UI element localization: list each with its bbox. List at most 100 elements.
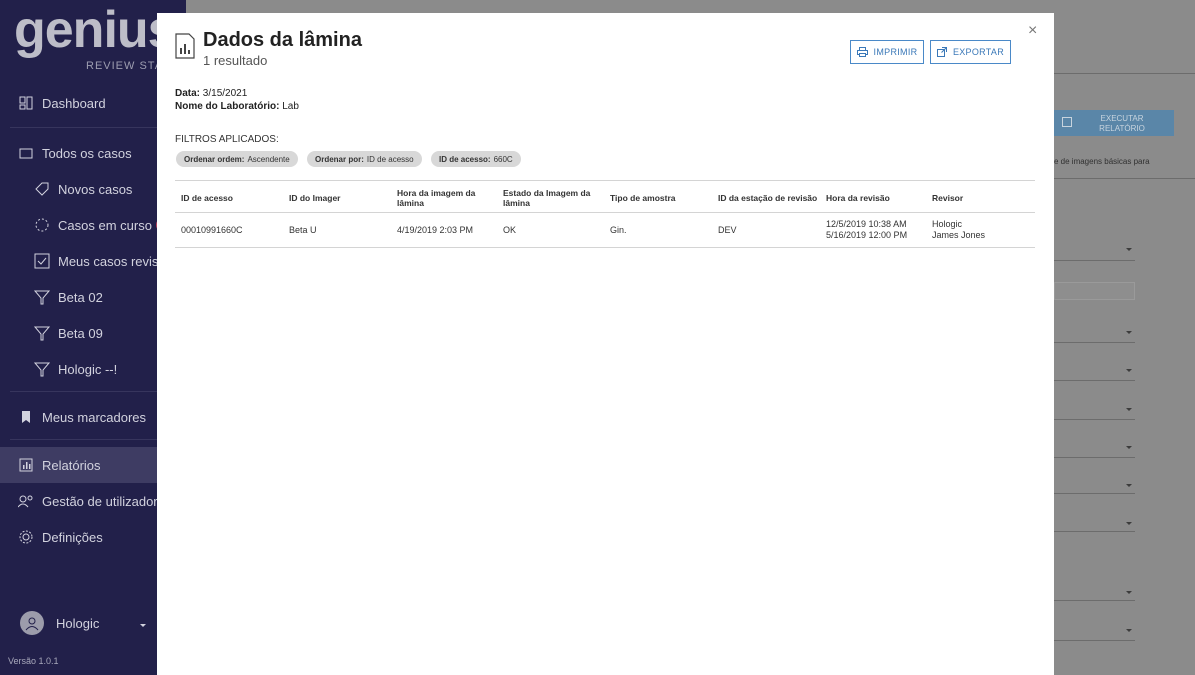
date-line: Data: 3/15/2021 <box>175 88 247 99</box>
column-header: Tipo de amostra <box>610 193 676 203</box>
progress-icon <box>34 217 50 233</box>
text-field[interactable] <box>1054 282 1135 300</box>
sidebar-item-label: Dashboard <box>42 95 106 111</box>
column-header: Hora da revisão <box>826 193 890 203</box>
sidebar-item-label: Meus casos revisto <box>58 253 170 269</box>
table-cell: 00010991660C <box>181 225 243 235</box>
filter-key: Ordenar ordem: <box>184 154 245 164</box>
printer-icon <box>856 47 868 57</box>
gear-icon <box>18 529 34 545</box>
table-cell: Hologic James Jones <box>932 219 986 240</box>
result-count: 1 resultado <box>203 53 268 68</box>
chevron-down-icon <box>1126 522 1132 525</box>
sidebar-item-label: Relatórios <box>42 457 101 473</box>
filter-value: 660C <box>493 154 513 164</box>
filter-key: Ordenar por: <box>315 154 364 164</box>
filters-heading: FILTROS APLICADOS: <box>175 134 279 145</box>
chevron-down-icon <box>1126 248 1132 251</box>
sidebar-item-label: Gestão de utilizadore <box>42 493 165 509</box>
sidebar-item-label: Hologic --! <box>58 361 118 377</box>
print-label: IMPRIMIR <box>873 47 918 57</box>
sidebar-item-label: Beta 02 <box>58 289 103 305</box>
table-cell: DEV <box>718 225 737 235</box>
slide-data-modal: Dados da lâmina 1 resultado IMPRIMIR EXP… <box>157 13 1054 675</box>
filter-chip-sort-by: Ordenar por: ID de acesso <box>307 151 422 167</box>
dropdown-underline[interactable] <box>1054 419 1135 420</box>
filter-value: Ascendente <box>247 154 290 164</box>
export-label: EXPORTAR <box>952 47 1005 57</box>
date-value: 3/15/2021 <box>202 88 248 99</box>
column-header: ID de acesso <box>181 193 233 203</box>
lab-label: Nome do Laboratório: <box>175 101 280 112</box>
dropdown-underline[interactable] <box>1054 457 1135 458</box>
external-link-icon <box>936 47 947 57</box>
avatar <box>20 611 44 635</box>
report-icon <box>175 33 195 59</box>
chevron-down-icon <box>1126 629 1132 632</box>
bookmark-icon <box>18 409 34 425</box>
logo-word: genius <box>14 8 177 59</box>
close-icon[interactable]: × <box>1028 22 1037 40</box>
table-cell: 4/19/2019 2:03 PM <box>397 225 474 235</box>
sidebar-item-label: Novos casos <box>58 181 133 197</box>
folder-icon <box>18 145 34 161</box>
table-cell: Gin. <box>610 225 627 235</box>
column-header: Estado da Imagem da lâmina <box>503 188 591 208</box>
chevron-down-icon <box>1126 446 1132 449</box>
sidebar-item-label: Meus marcadores <box>42 409 147 425</box>
dropdown-underline[interactable] <box>1054 380 1135 381</box>
dropdown-underline[interactable] <box>1054 640 1135 641</box>
filter-value: ID de acesso <box>366 154 414 164</box>
filter-chip-sort-order: Ordenar ordem: Ascendente <box>176 151 298 167</box>
row-divider <box>175 247 1035 248</box>
background-page <box>1054 0 1195 675</box>
filter-icon <box>34 361 50 377</box>
divider <box>1054 178 1195 179</box>
sidebar-item-label: Beta 09 <box>58 325 103 341</box>
chevron-down-icon <box>1126 369 1132 372</box>
chevron-down-icon <box>1126 591 1132 594</box>
tag-icon <box>34 181 50 197</box>
dashboard-icon <box>18 95 34 111</box>
sidebar-item-label: Definições <box>42 529 103 545</box>
report-description: e de imagens básicas para <box>1054 157 1150 166</box>
lab-line: Nome do Laboratório: Lab <box>175 101 299 112</box>
column-header: Revisor <box>932 193 964 203</box>
chevron-down-icon <box>1126 408 1132 411</box>
user-name: Hologic <box>56 615 100 631</box>
lab-value: Lab <box>282 101 299 112</box>
filter-key: ID de acesso: <box>439 154 491 164</box>
table-top-border <box>175 180 1035 181</box>
dropdown-underline[interactable] <box>1054 493 1135 494</box>
filter-chip-accession-id: ID de acesso: 660C <box>431 151 521 167</box>
chevron-down-icon <box>1126 484 1132 487</box>
users-icon <box>18 493 34 509</box>
table-cell: Beta U <box>289 225 317 235</box>
filter-icon <box>34 289 50 305</box>
report-icon <box>18 457 34 473</box>
export-button[interactable]: EXPORTAR <box>930 40 1011 64</box>
checkbox-icon <box>34 253 50 269</box>
filter-icon <box>34 325 50 341</box>
column-header: ID da estação de revisão <box>718 193 818 203</box>
divider <box>1054 73 1195 74</box>
print-button[interactable]: IMPRIMIR <box>850 40 924 64</box>
sidebar-item-label: Casos em curso <box>58 217 152 233</box>
dropdown-underline[interactable] <box>1054 342 1135 343</box>
sidebar-item-label: Todos os casos <box>42 145 132 161</box>
chevron-down-icon <box>139 616 147 631</box>
modal-title: Dados da lâmina <box>203 29 362 51</box>
header-divider <box>175 212 1035 213</box>
dropdown-underline[interactable] <box>1054 260 1135 261</box>
dropdown-underline[interactable] <box>1054 531 1135 532</box>
run-report-button[interactable]: EXECUTAR RELATÓRIO <box>1050 110 1174 136</box>
column-header: Hora da imagem da lâmina <box>397 188 476 208</box>
report-icon <box>1062 117 1072 127</box>
dropdown-underline[interactable] <box>1054 600 1135 601</box>
date-label: Data: <box>175 88 201 99</box>
app-version: Versão 1.0.1 <box>8 656 59 666</box>
table-cell: 12/5/2019 10:38 AM 5/16/2019 12:00 PM <box>826 219 908 240</box>
chevron-down-icon <box>1126 331 1132 334</box>
table-cell: OK <box>503 225 517 235</box>
column-header: ID do Imager <box>289 193 341 203</box>
